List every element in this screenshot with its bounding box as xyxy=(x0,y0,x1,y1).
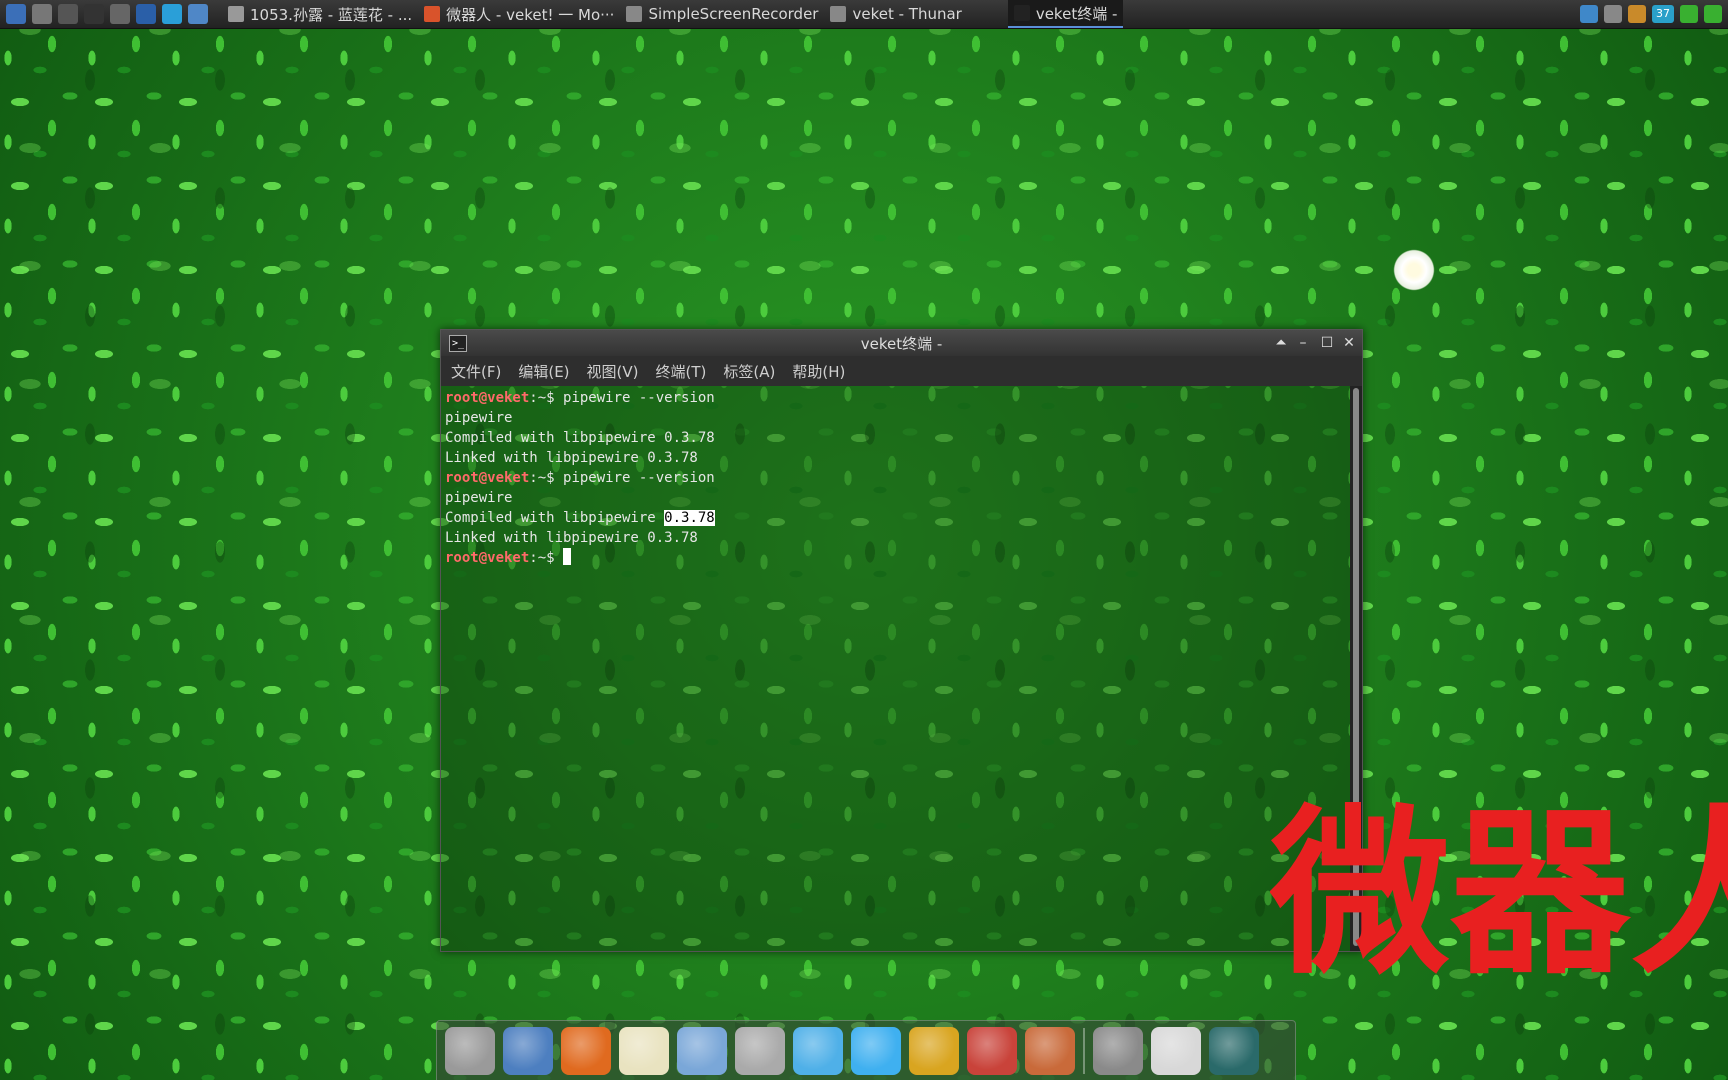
command-text: pipewire --version xyxy=(563,470,715,486)
menu-bar: 文件(F) 编辑(E) 视图(V) 终端(T) 标签(A) 帮助(H) xyxy=(441,356,1362,386)
top-panel: 1053.孙露 - 蓝莲花 - ... 微器人 - veket! 一 Mo··· S… xyxy=(0,0,1728,29)
terminal-icon[interactable] xyxy=(84,4,104,24)
screenshot-icon[interactable] xyxy=(110,4,130,24)
output-line: Linked with libpipewire 0.3.78 xyxy=(445,530,698,546)
terminal-line: Compiled with libpipewire 0.3.78 xyxy=(445,508,1350,528)
text-cursor xyxy=(563,548,572,565)
prompt-symbol: :~$ xyxy=(529,550,564,566)
dock-separator xyxy=(1083,1027,1085,1074)
window-title: veket终端 - xyxy=(860,335,943,353)
photo-icon[interactable] xyxy=(136,4,156,24)
menu-view[interactable]: 视图(V) xyxy=(587,361,639,382)
door-exit-icon[interactable] xyxy=(909,1026,959,1075)
menu-help[interactable]: 帮助(H) xyxy=(792,361,845,382)
terminal-line: root@veket:~$ xyxy=(445,548,1350,568)
shade-icon[interactable]: ⏶ xyxy=(1270,332,1292,354)
play-icon[interactable] xyxy=(58,4,78,24)
menu-tabs[interactable]: 标签(A) xyxy=(723,361,775,382)
title-bar[interactable]: >_ veket终端 - ⏶ – ☐ ✕ xyxy=(441,330,1362,356)
prompt-user: root@veket xyxy=(445,550,530,566)
image-viewer-icon[interactable] xyxy=(677,1026,727,1075)
text-editor-icon[interactable] xyxy=(619,1026,669,1075)
temperature-icon[interactable]: 37 xyxy=(1652,5,1674,23)
system-tray: 37 xyxy=(1580,0,1722,28)
menu-edit[interactable]: 编辑(E) xyxy=(518,361,569,382)
task-label: 1053.孙露 - 蓝莲花 - ... xyxy=(250,5,413,24)
task-label: veket终端 - xyxy=(1035,4,1118,23)
output-line: Compiled with libpipewire 0.3.78 xyxy=(445,430,715,446)
battery-icon[interactable] xyxy=(1704,5,1722,23)
task-label: 微器人 - veket! 一 Mo··· xyxy=(446,5,615,24)
output-line: pipewire xyxy=(445,490,513,506)
overlay-watermark-text: 微器人 xyxy=(1270,795,1728,995)
disc-burner-icon[interactable] xyxy=(735,1026,785,1075)
my-computer-icon[interactable] xyxy=(503,1026,553,1075)
terminal-icon xyxy=(1013,5,1030,21)
selected-text: 0.3.78 xyxy=(664,510,715,526)
task-button[interactable]: SimpleScreenRecorder xyxy=(620,0,824,28)
task-button[interactable]: 微器人 - veket! 一 Mo··· xyxy=(418,0,620,28)
maximize-button[interactable]: ☐ xyxy=(1316,332,1338,354)
terminal-window[interactable]: >_ veket终端 - ⏶ – ☐ ✕ 文件(F) 编辑(E) 视图(V) 终… xyxy=(440,329,1363,952)
browser-icon[interactable] xyxy=(188,4,208,24)
firefox-icon[interactable] xyxy=(561,1026,611,1075)
display-icon[interactable] xyxy=(1580,5,1598,23)
firefox-icon xyxy=(424,6,441,22)
prompt-user: root@veket xyxy=(445,470,530,486)
output-line: Linked with libpipewire 0.3.78 xyxy=(445,450,698,466)
menu-file[interactable]: 文件(F) xyxy=(451,361,501,382)
spreadsheet-icon[interactable] xyxy=(967,1026,1017,1075)
settings-sun-icon[interactable] xyxy=(1151,1026,1201,1075)
task-button[interactable]: 1053.孙露 - 蓝莲花 - ... xyxy=(222,0,418,28)
network-icon[interactable] xyxy=(793,1026,843,1075)
clover-flower xyxy=(1392,248,1436,292)
terminal-line: root@veket:~$ pipewire --version xyxy=(445,468,1350,488)
media-player-icon xyxy=(228,6,244,22)
task-button[interactable]: veket终端 - xyxy=(1007,0,1124,28)
prompt-user: root@veket xyxy=(445,390,530,406)
terminal-output[interactable]: root@veket:~$ pipewire --version pipewire… xyxy=(441,386,1350,951)
terminal-line: root@veket:~$ pipewire --version xyxy=(445,388,1350,408)
wifi-icon[interactable] xyxy=(1680,5,1698,23)
task-label: veket - Thunar xyxy=(852,5,962,23)
task-button[interactable]: veket - Thunar xyxy=(824,0,967,28)
window-icon[interactable] xyxy=(1604,5,1622,23)
prompt-symbol: :~$ xyxy=(529,470,564,486)
close-button[interactable]: ✕ xyxy=(1338,332,1360,354)
drive-icon[interactable] xyxy=(1093,1026,1143,1075)
clipboard-icon[interactable] xyxy=(1628,5,1646,23)
task-label: SimpleScreenRecorder xyxy=(648,5,819,23)
menu-terminal[interactable]: 终端(T) xyxy=(656,361,707,382)
command-text: pipewire --version xyxy=(563,390,715,406)
output-line: pipewire xyxy=(445,410,513,426)
folder-icon xyxy=(830,6,847,22)
clock-icon[interactable] xyxy=(162,4,182,24)
home-folder-icon[interactable] xyxy=(445,1026,495,1075)
rocket-icon[interactable] xyxy=(1025,1026,1075,1075)
launcher-group xyxy=(0,4,208,24)
folder-icon xyxy=(626,6,643,22)
globe-icon[interactable] xyxy=(1209,1026,1259,1075)
prompt-symbol: :~$ xyxy=(529,390,564,406)
system-monitor-icon[interactable] xyxy=(6,4,26,24)
dock xyxy=(436,1020,1296,1080)
minimize-button[interactable]: – xyxy=(1292,332,1314,354)
taskbar: 1053.孙露 - 蓝莲花 - ... 微器人 - veket! 一 Mo··· S… xyxy=(222,0,1124,28)
media-player-icon[interactable] xyxy=(851,1026,901,1075)
gear-bug-icon[interactable] xyxy=(32,4,52,24)
output-text: Compiled with libpipewire xyxy=(445,510,665,526)
